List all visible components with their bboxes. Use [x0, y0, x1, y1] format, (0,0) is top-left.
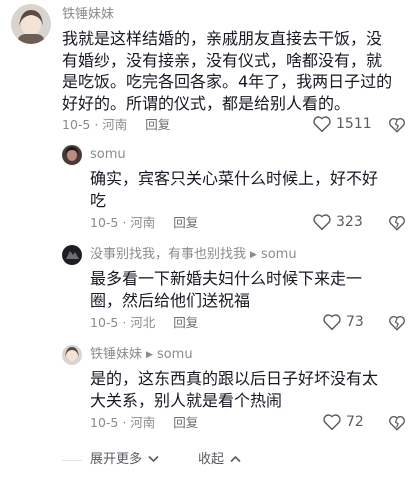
comment-date: 10-5 · 河南 [62, 117, 128, 132]
heart-outline-icon [313, 116, 331, 133]
broken-heart-icon[interactable] [388, 414, 406, 432]
reply-button[interactable]: 回复 [173, 215, 198, 230]
collapse-label: 收起 [198, 452, 225, 467]
reply-text-line: 确实，宾客只关心菜什么时候上，好不好 [90, 169, 379, 188]
like-button[interactable]: 323 [312, 213, 363, 231]
reply-meta: 10-5 · 河南 回复 [90, 414, 198, 432]
avatar-image [62, 145, 82, 165]
broken-heart-icon[interactable] [388, 214, 406, 232]
like-count: 323 [336, 214, 363, 230]
reply-author[interactable]: somu [90, 146, 126, 164]
avatar-image [62, 245, 82, 265]
avatar[interactable] [62, 145, 82, 165]
collapse-button[interactable]: 收起 [198, 450, 241, 470]
avatar-image [11, 4, 51, 44]
heart-outline-icon [323, 414, 341, 431]
comment-text-line: 好好的。所谓的仪式，都是给别人看的。 [62, 93, 351, 113]
chevron-down-icon [148, 455, 159, 463]
chevron-up-icon [230, 455, 241, 463]
reply-author-name: 没事别找我，有事也别找我 [90, 247, 247, 262]
reply-author-name: 铁锤妹妹 [90, 347, 143, 362]
reply-text-line: 吃 [90, 190, 107, 210]
reply-text: 最多看一下新婚夫妇什么时候下来走一 圈，然后给他们送祝福 [90, 268, 408, 311]
expand-more-button[interactable]: 展开更多 [90, 450, 159, 470]
caret-right-icon: ▶ [250, 250, 257, 260]
heart-outline-icon [323, 314, 341, 331]
reply-meta: 10-5 · 河北 回复 [90, 314, 198, 332]
reply-button[interactable]: 回复 [145, 117, 170, 132]
comment-author[interactable]: 铁锤妹妹 [62, 6, 114, 24]
reply-author-name: somu [90, 147, 126, 162]
like-count: 72 [346, 414, 364, 430]
like-button[interactable]: 73 [322, 313, 364, 331]
reply-date: 10-5 · 河北 [90, 315, 156, 330]
reply-text: 确实，宾客只关心菜什么时候上，好不好 吃 [90, 168, 408, 211]
reply-meta: 10-5 · 河南 回复 [90, 214, 198, 232]
heart-outline-icon [313, 214, 331, 231]
comment-text-line: 我就是这样结婚的，亲戚朋友直接去干饭，没 [62, 29, 383, 48]
reply-text-line: 圈，然后给他们送祝福 [90, 290, 251, 310]
avatar[interactable] [11, 4, 51, 44]
reply-button[interactable]: 回复 [173, 415, 198, 430]
caret-right-icon: ▶ [146, 350, 153, 360]
comment-meta: 10-5 · 河南 回复 [62, 116, 170, 134]
reply-text-line: 最多看一下新婚夫妇什么时候下来走一 [90, 269, 363, 288]
broken-heart-icon[interactable] [388, 314, 406, 332]
reply-author[interactable]: 没事别找我，有事也别找我 ▶ somu [90, 246, 297, 264]
reply-text: 是的，这东西真的跟以后日子好坏没有太 大关系，别人就是看个热闹 [90, 368, 408, 411]
comment-text-line: 有婚纱，没有接亲，没有仪式，啥都没有，就 [62, 50, 383, 70]
avatar[interactable] [62, 245, 82, 265]
avatar-image [62, 345, 82, 365]
replies-footer: 展开更多 收起 [0, 450, 414, 472]
reply-text-line: 是的，这东西真的跟以后日子好坏没有太 [90, 369, 379, 388]
reply-date: 10-5 · 河南 [90, 415, 156, 430]
reply-author[interactable]: 铁锤妹妹 ▶ somu [90, 346, 193, 364]
reply-to-name: somu [156, 347, 193, 362]
reply-to-name: somu [260, 247, 297, 262]
expand-more-label: 展开更多 [90, 452, 143, 467]
reply-button[interactable]: 回复 [173, 315, 198, 330]
like-button[interactable]: 1511 [312, 115, 372, 133]
comment-text-line: 是吃饭。吃完各回各家。4年了，我两日子过的 [62, 72, 393, 91]
reply-text-line: 大关系，别人就是看个热闹 [90, 390, 283, 410]
avatar[interactable] [62, 345, 82, 365]
like-count: 1511 [336, 116, 372, 132]
divider [62, 460, 82, 461]
broken-heart-icon[interactable] [388, 116, 406, 134]
like-count: 73 [346, 314, 364, 330]
like-button[interactable]: 72 [322, 413, 364, 431]
comment-text: 我就是这样结婚的，亲戚朋友直接去干饭，没 有婚纱，没有接亲，没有仪式，啥都没有，… [62, 28, 407, 114]
reply-date: 10-5 · 河南 [90, 215, 156, 230]
